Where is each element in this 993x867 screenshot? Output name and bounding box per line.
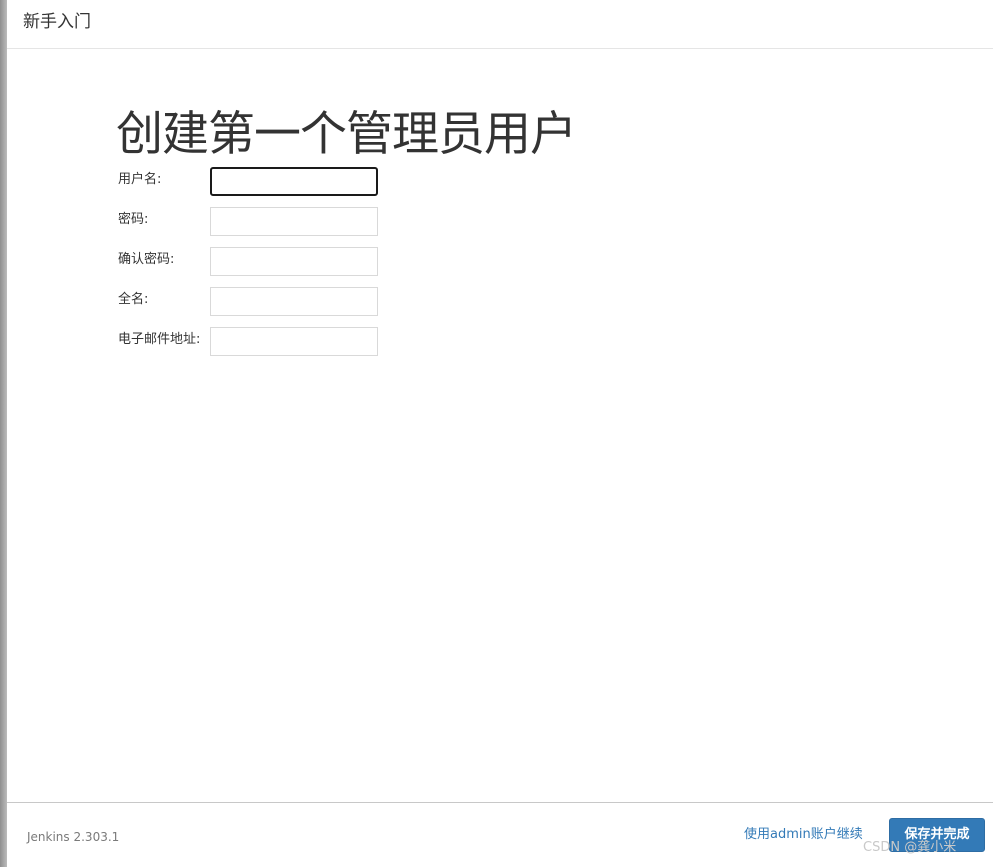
fullname-label: 全名:	[118, 292, 149, 307]
email-input[interactable]	[210, 327, 378, 356]
form-row-fullname: 全名:	[118, 287, 418, 316]
browser-frame: 新手入门 创建第一个管理员用户 用户名: 密码: 确认密码: 全名: 电子邮件地…	[0, 0, 993, 867]
form-row-confirm-password: 确认密码:	[118, 247, 418, 276]
username-label: 用户名:	[118, 172, 162, 187]
continue-as-admin-link[interactable]: 使用admin账户继续	[744, 826, 863, 844]
password-input[interactable]	[210, 207, 378, 236]
setup-wizard-dialog: 新手入门 创建第一个管理员用户 用户名: 密码: 确认密码: 全名: 电子邮件地…	[7, 0, 993, 867]
version-text: Jenkins 2.303.1	[27, 830, 120, 844]
confirm-password-input[interactable]	[210, 247, 378, 276]
username-input[interactable]	[210, 167, 378, 196]
dialog-footer: Jenkins 2.303.1 使用admin账户继续 保存并完成 CSDN @…	[7, 802, 993, 867]
form-row-email: 电子邮件地址:	[118, 327, 418, 356]
password-label: 密码:	[118, 212, 149, 227]
backdrop-shadow	[0, 0, 7, 867]
form-row-password: 密码:	[118, 207, 418, 236]
fullname-input[interactable]	[210, 287, 378, 316]
dialog-title: 新手入门	[23, 12, 91, 32]
email-label: 电子邮件地址:	[118, 332, 201, 347]
confirm-password-label: 确认密码:	[118, 252, 175, 267]
form-row-username: 用户名:	[118, 167, 418, 196]
save-and-finish-button[interactable]: 保存并完成	[889, 818, 985, 852]
page-title: 创建第一个管理员用户	[116, 107, 577, 162]
dialog-header: 新手入门	[7, 0, 993, 49]
